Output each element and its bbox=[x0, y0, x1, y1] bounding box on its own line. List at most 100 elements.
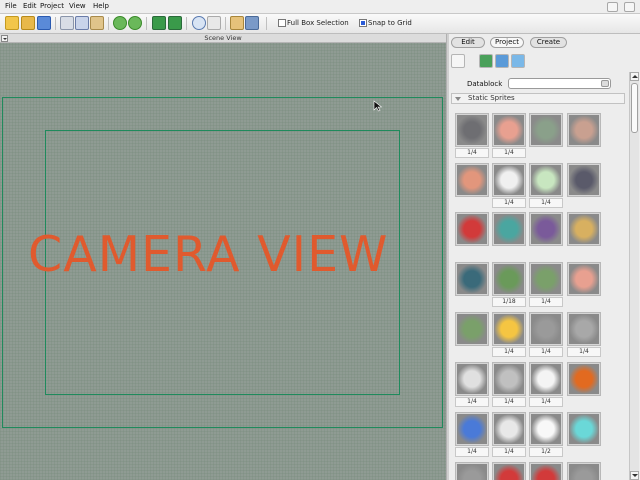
swirl-icon bbox=[494, 165, 524, 195]
frame-count-label: 1/4 bbox=[455, 397, 489, 407]
tab-create[interactable]: Create bbox=[530, 37, 567, 48]
snap-to-grid-checkbox[interactable] bbox=[359, 19, 367, 27]
play-icon[interactable] bbox=[192, 16, 206, 30]
sprite-tile[interactable] bbox=[529, 412, 563, 446]
full-box-selection-checkbox[interactable] bbox=[278, 19, 286, 27]
menu-edit[interactable]: Edit bbox=[23, 2, 37, 10]
sprite-tile[interactable] bbox=[529, 212, 563, 246]
sprite-tile[interactable] bbox=[492, 212, 526, 246]
sunset-gradient-icon bbox=[457, 165, 487, 195]
sprite-tile[interactable] bbox=[455, 412, 489, 446]
edit-tool-icon[interactable] bbox=[230, 16, 244, 30]
save-icon[interactable] bbox=[37, 16, 51, 30]
sprite-tile[interactable] bbox=[455, 212, 489, 246]
sprite-tile[interactable] bbox=[455, 113, 489, 147]
sprite-tile[interactable] bbox=[455, 462, 489, 480]
page-icon[interactable] bbox=[451, 54, 465, 68]
smoke-icon bbox=[494, 364, 524, 394]
collapse-icon[interactable] bbox=[1, 35, 8, 42]
sprite-tile[interactable] bbox=[529, 462, 563, 480]
sprite-tile[interactable] bbox=[492, 163, 526, 197]
menu-file[interactable]: File bbox=[5, 2, 17, 10]
frame-count-label: 1/4 bbox=[492, 347, 526, 357]
window-icon[interactable] bbox=[624, 2, 635, 12]
sprite-tile[interactable] bbox=[492, 262, 526, 296]
sprite-tile[interactable] bbox=[567, 262, 601, 296]
fire-ring-icon bbox=[569, 364, 599, 394]
static-sprites-header[interactable]: Static Sprites bbox=[451, 93, 625, 104]
beam-icon bbox=[531, 414, 561, 444]
sprite-tile[interactable] bbox=[455, 312, 489, 346]
red-arrow-icon bbox=[531, 464, 561, 480]
sprite-tile[interactable] bbox=[529, 362, 563, 396]
export-icon[interactable] bbox=[168, 16, 182, 30]
pointer-icon[interactable] bbox=[207, 16, 221, 30]
tab-edit[interactable]: Edit bbox=[451, 37, 485, 48]
toolbar-separator bbox=[55, 17, 56, 30]
new-file-icon[interactable] bbox=[5, 16, 19, 30]
undo-icon[interactable] bbox=[113, 16, 127, 30]
sprite-tile[interactable] bbox=[492, 362, 526, 396]
frame-count-label: 1/18 bbox=[492, 297, 526, 307]
scene-canvas[interactable]: CAMERA VIEW bbox=[0, 43, 446, 480]
sprite-tile[interactable] bbox=[567, 312, 601, 346]
grey-tile-icon bbox=[457, 464, 487, 480]
menu-help[interactable]: Help bbox=[93, 2, 109, 10]
redo-icon[interactable] bbox=[128, 16, 142, 30]
frame-count-label: 1/4 bbox=[492, 447, 526, 457]
sprite-tile[interactable] bbox=[492, 412, 526, 446]
sprite-tile[interactable] bbox=[567, 163, 601, 197]
sprite-tile[interactable] bbox=[455, 163, 489, 197]
soft-glow-icon bbox=[457, 364, 487, 394]
datablock-select[interactable] bbox=[508, 78, 611, 89]
sprite-tile[interactable] bbox=[455, 262, 489, 296]
mail-icon[interactable] bbox=[607, 2, 618, 12]
menu-view[interactable]: View bbox=[69, 2, 86, 10]
copy-icon[interactable] bbox=[75, 16, 89, 30]
chevron-down-icon bbox=[601, 80, 609, 87]
sprite-tile[interactable] bbox=[567, 362, 601, 396]
whale-icon bbox=[457, 264, 487, 294]
toolbar: Full Box Selection Snap to Grid bbox=[0, 14, 640, 34]
scroll-up-icon[interactable] bbox=[630, 72, 639, 81]
glow-orb-icon bbox=[531, 165, 561, 195]
menu-bar: File Edit Project View Help bbox=[0, 0, 640, 14]
pink-hills-icon bbox=[569, 115, 599, 145]
add-animation-icon[interactable] bbox=[495, 54, 509, 68]
toolbar-separator bbox=[266, 17, 267, 30]
sprite-tile[interactable] bbox=[529, 113, 563, 147]
panel-scrollbar[interactable] bbox=[629, 72, 639, 480]
spark-icon bbox=[494, 314, 524, 344]
scroll-down-icon[interactable] bbox=[630, 471, 639, 480]
grey-tile-icon bbox=[569, 464, 599, 480]
add-sound-icon[interactable] bbox=[511, 54, 525, 68]
crown-icon bbox=[494, 214, 524, 244]
sprite-tile[interactable] bbox=[529, 163, 563, 197]
sprite-tile[interactable] bbox=[492, 113, 526, 147]
scene-view-title: Scene View bbox=[204, 34, 242, 42]
tab-project[interactable]: Project bbox=[490, 37, 524, 48]
sprite-tile[interactable] bbox=[567, 462, 601, 480]
frame-count-label: 1/4 bbox=[455, 148, 489, 158]
right-panel: Edit Project Create Datablock Static Spr… bbox=[449, 34, 640, 480]
sprite-tile[interactable] bbox=[492, 462, 526, 480]
sprite-tile[interactable] bbox=[455, 362, 489, 396]
sprite-tile[interactable] bbox=[567, 113, 601, 147]
import-icon[interactable] bbox=[152, 16, 166, 30]
scroll-thumb[interactable] bbox=[631, 83, 638, 133]
sprite-tile[interactable] bbox=[567, 212, 601, 246]
sprite-tile[interactable] bbox=[529, 262, 563, 296]
sprite-tile[interactable] bbox=[529, 312, 563, 346]
sprite-tile[interactable] bbox=[567, 412, 601, 446]
monitor-icon[interactable] bbox=[245, 16, 259, 30]
shield-emblem-icon bbox=[569, 214, 599, 244]
section-title: Static Sprites bbox=[468, 94, 515, 102]
add-image-icon[interactable] bbox=[479, 54, 493, 68]
full-box-selection-label: Full Box Selection bbox=[287, 19, 349, 27]
open-folder-icon[interactable] bbox=[21, 16, 35, 30]
menu-project[interactable]: Project bbox=[40, 2, 64, 10]
paste-icon[interactable] bbox=[90, 16, 104, 30]
cut-icon[interactable] bbox=[60, 16, 74, 30]
sprite-tile[interactable] bbox=[492, 312, 526, 346]
grass-hills-icon bbox=[531, 115, 561, 145]
